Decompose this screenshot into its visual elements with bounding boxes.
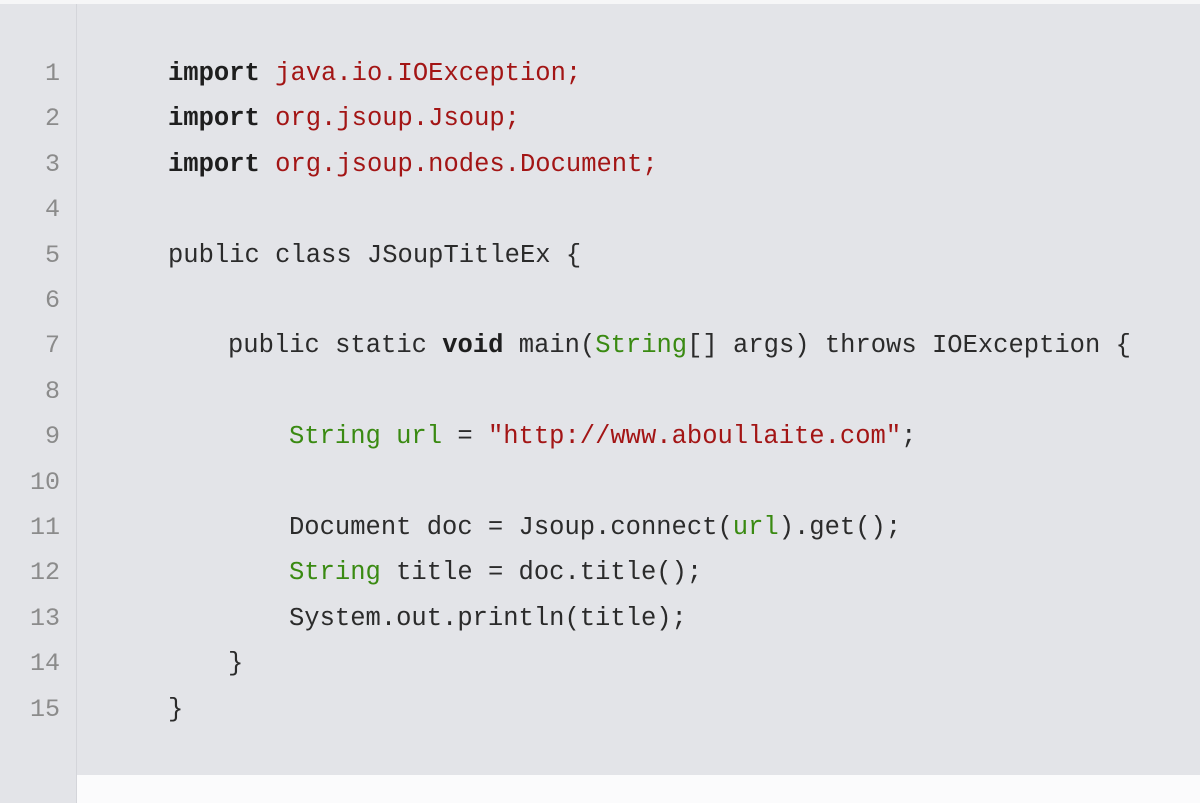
code-editor: 1 import java.io.IOException; 2 import org.…: [0, 0, 1200, 803]
line-number: 6: [44, 286, 60, 315]
line-number: 4: [44, 195, 60, 225]
line-number: 8: [44, 376, 60, 406]
code-token: String: [289, 558, 381, 588]
code-area[interactable]: 1 import java.io.IOException; 2 import org.…: [0, 4, 1200, 803]
code-token: [] args) throws IOException {: [687, 331, 1131, 361]
line-number: 7: [44, 331, 60, 361]
code-token: import: [168, 59, 260, 88]
code-line[interactable]: System.out.println(title);: [289, 603, 687, 635]
line-number: 12: [29, 558, 60, 588]
line-number: 15: [29, 694, 60, 724]
code-token: org.jsoup.nodes.Document;: [275, 149, 658, 179]
code-line[interactable]: String title = doc.title();: [289, 557, 702, 589]
code-token: main(: [503, 331, 596, 361]
code-token: import: [168, 104, 260, 134]
code-line[interactable]: String url = "http://www.aboullaite.com"…: [289, 421, 916, 453]
code-token: =: [442, 422, 488, 452]
line-number: 13: [29, 603, 60, 633]
line-number: 2: [44, 104, 60, 134]
code-token: url: [732, 513, 779, 542]
code-token: org.jsoup.Jsoup;: [275, 104, 520, 134]
code-token: "http://www.aboullaite.com": [487, 422, 902, 452]
code-token: ).get();: [778, 513, 902, 542]
code-token: ;: [901, 422, 917, 452]
code-token: public static: [228, 331, 443, 361]
code-token: void: [442, 331, 504, 361]
code-line[interactable]: Document doc = Jsoup.connect(url).get();: [289, 512, 901, 544]
code-token: public class JSoupTitleEx {: [168, 240, 582, 270]
code-token: String url: [289, 422, 443, 452]
line-number: 14: [29, 649, 60, 679]
code-token: title = doc.title();: [380, 558, 703, 588]
code-token: import: [168, 149, 260, 179]
line-number: 11: [29, 513, 60, 542]
line-number: 1: [44, 59, 60, 88]
code-token: java.io.IOException;: [275, 59, 582, 88]
line-number: 3: [44, 149, 60, 179]
code-line[interactable]: import org.jsoup.Jsoup;: [168, 103, 520, 135]
code-line[interactable]: }: [228, 648, 243, 680]
code-line[interactable]: public static void main(String[] args) t…: [228, 330, 1131, 362]
code-line[interactable]: }: [168, 694, 183, 726]
line-number: 9: [44, 422, 60, 452]
line-number: 10: [29, 467, 60, 497]
code-token: Document doc = Jsoup.connect(: [289, 513, 733, 542]
code-token: }: [168, 694, 184, 724]
code-token: System.out.println(title);: [289, 603, 687, 633]
bottom-panel: [77, 775, 1200, 803]
line-number: 5: [44, 240, 60, 270]
code-line[interactable]: public class JSoupTitleEx {: [168, 240, 581, 272]
code-line[interactable]: import java.io.IOException;: [168, 58, 581, 90]
code-token: }: [228, 649, 244, 679]
code-line[interactable]: import org.jsoup.nodes.Document;: [168, 149, 658, 181]
code-token: String: [595, 331, 688, 361]
